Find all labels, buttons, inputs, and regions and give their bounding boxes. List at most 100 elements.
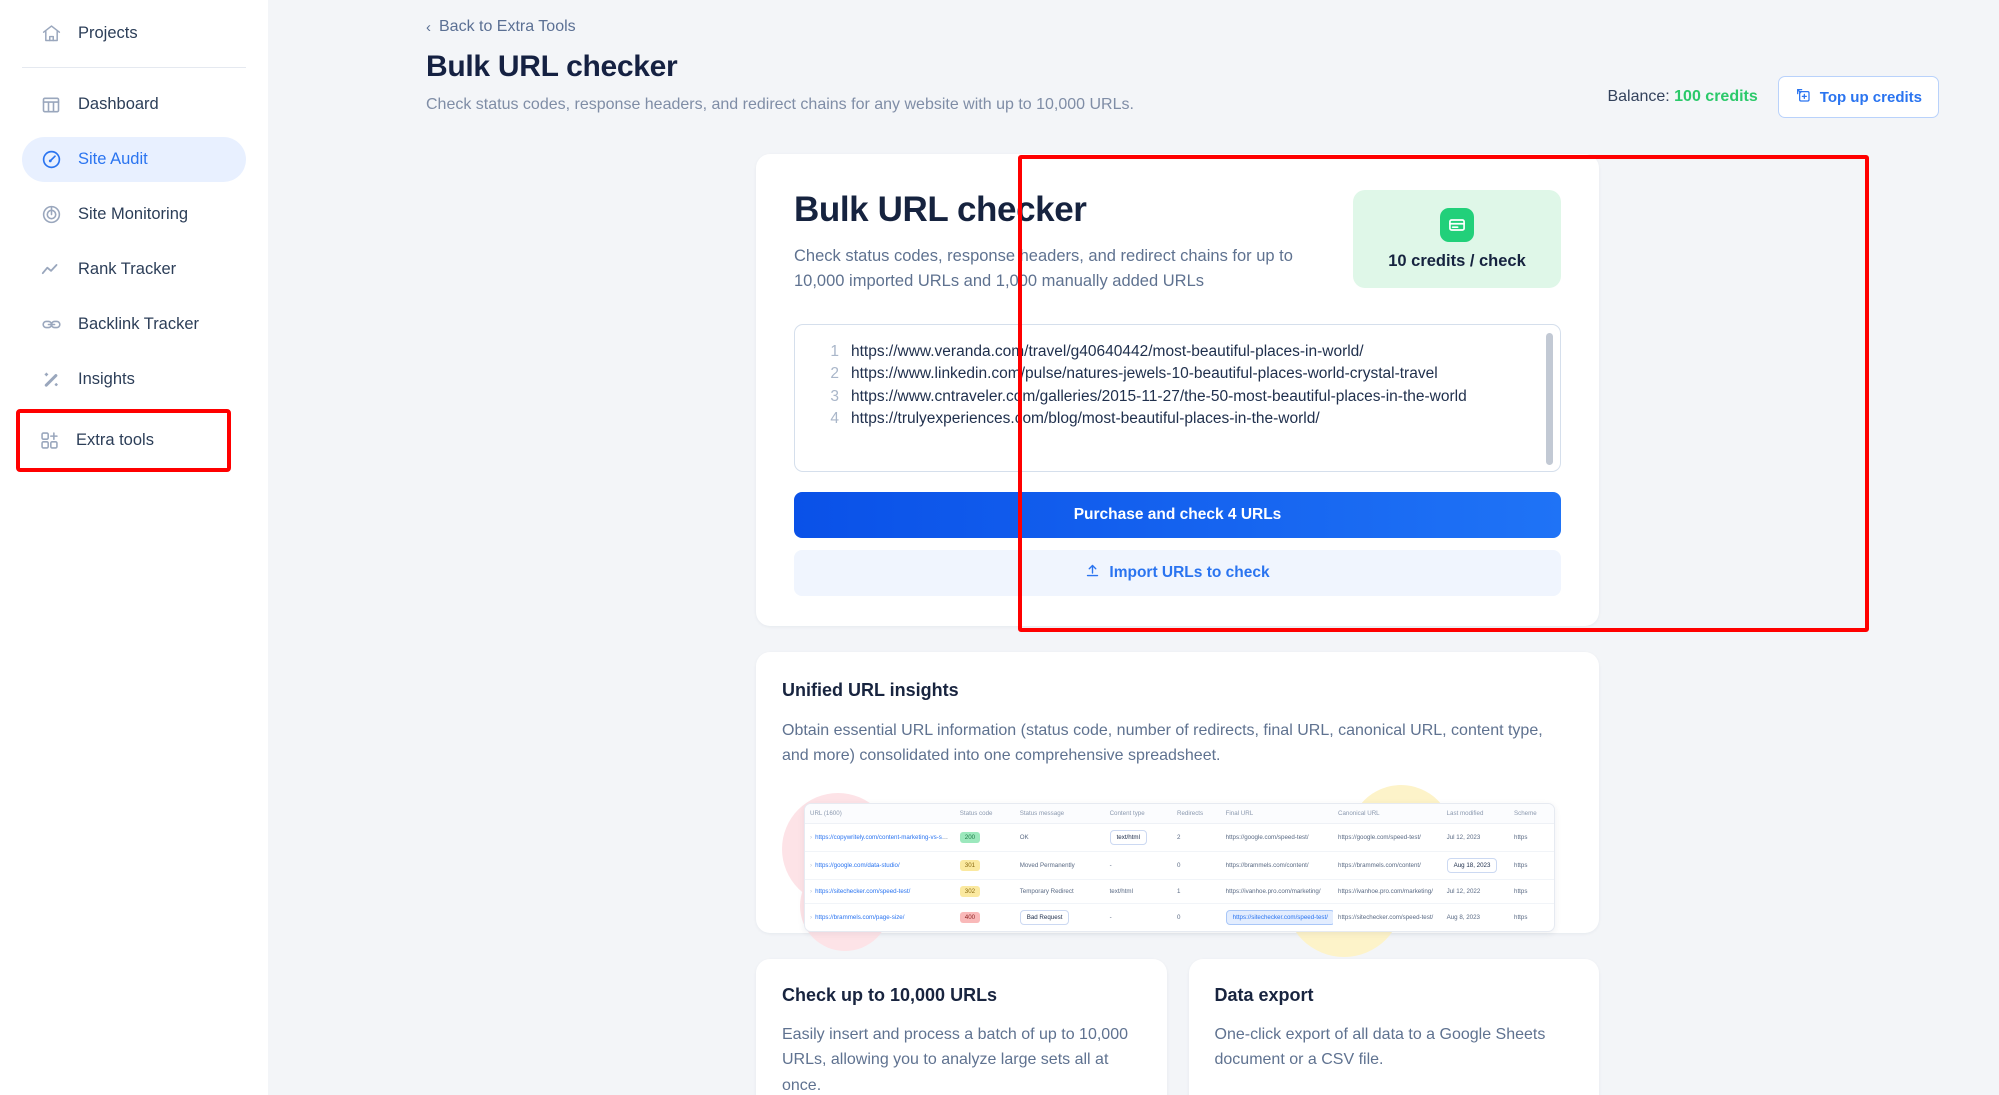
sidebar-item-extra-tools[interactable]: Extra tools xyxy=(20,418,227,463)
status-message-box: Bad Request xyxy=(1019,909,1070,925)
sidebar-item-label: Site Audit xyxy=(78,150,148,169)
cell-status-message: Temporary Redirect xyxy=(1014,879,1105,904)
url-line-number: 3 xyxy=(830,387,839,405)
urls-textarea[interactable]: 1 https://www.veranda.com/travel/g406404… xyxy=(794,323,1561,472)
status-code-chip: 302 xyxy=(959,885,981,897)
card-description: One-click export of all data to a Google… xyxy=(1214,1025,1546,1069)
column-header: Redirects xyxy=(1171,803,1221,824)
cell-canonical-url: https://google.com/speed-test/ xyxy=(1333,823,1442,852)
url-line: 3 https://www.cntraveler.com/galleries/2… xyxy=(813,386,1550,409)
sidebar-item-backlink-tracker[interactable]: Backlink Tracker xyxy=(22,302,246,347)
cell-url-text: https://brammels.com/page-size/ xyxy=(815,913,905,921)
sidebar-item-label: Rank Tracker xyxy=(78,260,177,279)
status-code-chip: 400 xyxy=(959,911,981,923)
card-description: Easily insert and process a batch of up … xyxy=(782,1025,1128,1094)
cell-scheme: https xyxy=(1509,823,1554,852)
cell-last-modified: Aug 8, 2023 xyxy=(1446,913,1480,921)
sidebar-item-label: Extra tools xyxy=(76,431,154,450)
final-url-box: https://sitechecker.com/speed-test/ xyxy=(1225,909,1333,925)
credit-badge-label: 10 credits / check xyxy=(1388,251,1526,270)
page-head: Bulk URL checker Check status codes, res… xyxy=(426,50,1939,118)
sidebar-item-label: Insights xyxy=(78,370,135,389)
cell-canonical-url: https://ivanhoe.pro.com/marketing/ xyxy=(1333,879,1442,904)
status-code-chip: 200 xyxy=(959,831,981,843)
expand-caret-icon[interactable]: › xyxy=(810,888,812,895)
cell-scheme: https xyxy=(1509,851,1554,880)
sidebar-item-site-monitoring[interactable]: Site Monitoring xyxy=(22,192,246,237)
back-link-label: Back to Extra Tools xyxy=(439,18,576,35)
topup-icon xyxy=(1795,87,1811,107)
cell-redirects: 2 xyxy=(1171,823,1221,852)
column-header: URL (1600) xyxy=(805,803,955,824)
top-up-credits-button[interactable]: Top up credits xyxy=(1777,76,1939,118)
credit-card-icon xyxy=(1440,207,1474,242)
home-icon xyxy=(40,23,62,45)
cell-status-code: 200 xyxy=(954,823,1015,852)
back-to-extra-tools-link[interactable]: ‹ Back to Extra Tools xyxy=(426,18,576,36)
cell-redirects: 0 xyxy=(1171,851,1221,880)
cell-url-text: https://copywritely.com/content-marketin… xyxy=(815,833,951,841)
sidebar-item-projects[interactable]: Projects xyxy=(22,11,246,56)
balance-value: 100 credits xyxy=(1674,88,1758,105)
cell-final-url: https://google.com/speed-test/ xyxy=(1220,823,1333,852)
import-urls-button[interactable]: Import URLs to check xyxy=(794,549,1561,596)
url-line-number: 4 xyxy=(830,410,839,427)
page-header-area: ‹ Back to Extra Tools Bulk URL checker C… xyxy=(268,0,1999,1095)
credits-per-check-badge: 10 credits / check xyxy=(1353,190,1561,288)
dashboard-icon xyxy=(40,94,62,116)
cell-url-text: https://sitechecker.com/speed-test/ xyxy=(815,887,911,895)
site-monitoring-icon xyxy=(40,204,62,226)
cell-last-modified: Jul 12, 2022 xyxy=(1441,879,1509,904)
expand-caret-icon[interactable]: › xyxy=(810,834,812,841)
data-export-card: Data export One-click export of all data… xyxy=(1188,958,1599,1095)
expand-caret-icon[interactable]: › xyxy=(810,914,812,921)
bulk-url-checker-card: Bulk URL checker Check status codes, res… xyxy=(756,154,1599,626)
grid-plus-icon xyxy=(38,430,60,452)
sidebar-item-label: Backlink Tracker xyxy=(78,315,200,334)
purchase-and-check-button[interactable]: Purchase and check 4 URLs xyxy=(794,491,1561,538)
url-line: 1 https://www.veranda.com/travel/g406404… xyxy=(813,341,1550,364)
textarea-scrollbar[interactable] xyxy=(1546,332,1553,465)
balance-text: Balance: xyxy=(1607,88,1670,105)
page-title-block: Bulk URL checker Check status codes, res… xyxy=(426,50,1134,114)
scrollbar-thumb[interactable] xyxy=(1546,332,1553,465)
sidebar-item-insights[interactable]: Insights xyxy=(22,357,246,402)
cell-final-url: https://ivanhoe.pro.com/marketing/ xyxy=(1220,879,1333,904)
sidebar-item-site-audit[interactable]: Site Audit xyxy=(22,137,246,182)
content-column: Bulk URL checker Check status codes, res… xyxy=(756,154,1599,1095)
balance-label: Balance: 100 credits xyxy=(1607,88,1757,106)
url-line-text: https://www.linkedin.com/pulse/natures-j… xyxy=(851,365,1438,382)
last-modified-box: Aug 18, 2023 xyxy=(1446,857,1498,873)
url-line-text: https://www.cntraveler.com/galleries/201… xyxy=(851,387,1467,405)
upload-icon xyxy=(1085,563,1100,583)
cell-status-message: Moved Permanently xyxy=(1014,851,1105,880)
cell-last-modified: Aug 18, 2023 xyxy=(1441,851,1509,880)
cell-status-code: 302 xyxy=(954,879,1015,904)
url-line-text: https://www.veranda.com/travel/g40640442… xyxy=(851,342,1364,360)
main-content: ‹ Back to Extra Tools Bulk URL checker C… xyxy=(268,0,1999,1095)
column-header: Last modified xyxy=(1441,803,1509,824)
cell-scheme: https xyxy=(1514,913,1528,921)
expand-caret-icon[interactable]: › xyxy=(810,862,812,869)
cell-status-message: OK xyxy=(1014,823,1105,852)
cell-url: › https://google.com/data-studio/ xyxy=(805,851,955,880)
rank-tracker-icon xyxy=(40,259,62,281)
table-row: › https://brammels.com/page-size/ 400 Bad… xyxy=(805,903,1554,931)
extra-tools-highlight: Extra tools xyxy=(16,409,231,472)
sidebar-item-dashboard[interactable]: Dashboard xyxy=(22,82,246,127)
sidebar-item-rank-tracker[interactable]: Rank Tracker xyxy=(22,247,246,292)
spreadsheet-preview: URL (1600) Status code Status message Co… xyxy=(782,784,1573,957)
url-line: 2 https://www.linkedin.com/pulse/natures… xyxy=(813,363,1550,386)
check-up-to-urls-card: Check up to 10,000 URLs Easily insert an… xyxy=(756,958,1167,1095)
topup-label: Top up credits xyxy=(1819,88,1922,106)
table-row: › https://copywritely.com/content-marketi… xyxy=(805,823,1554,852)
content-type-box: text/html xyxy=(1109,829,1147,845)
cell-content-type: - xyxy=(1104,851,1172,880)
sidebar-nav: Dashboard Site Audit Site Monitoring Ran… xyxy=(22,82,246,457)
cell-url: › https://copywritely.com/content-marketi… xyxy=(805,823,955,852)
hero-title: Bulk URL checker xyxy=(794,190,1087,229)
url-line-number: 1 xyxy=(830,342,839,360)
bottom-cards-row: Check up to 10,000 URLs Easily insert an… xyxy=(756,958,1599,1095)
feature-title: Unified URL insights xyxy=(782,679,959,700)
link-icon xyxy=(40,314,62,336)
